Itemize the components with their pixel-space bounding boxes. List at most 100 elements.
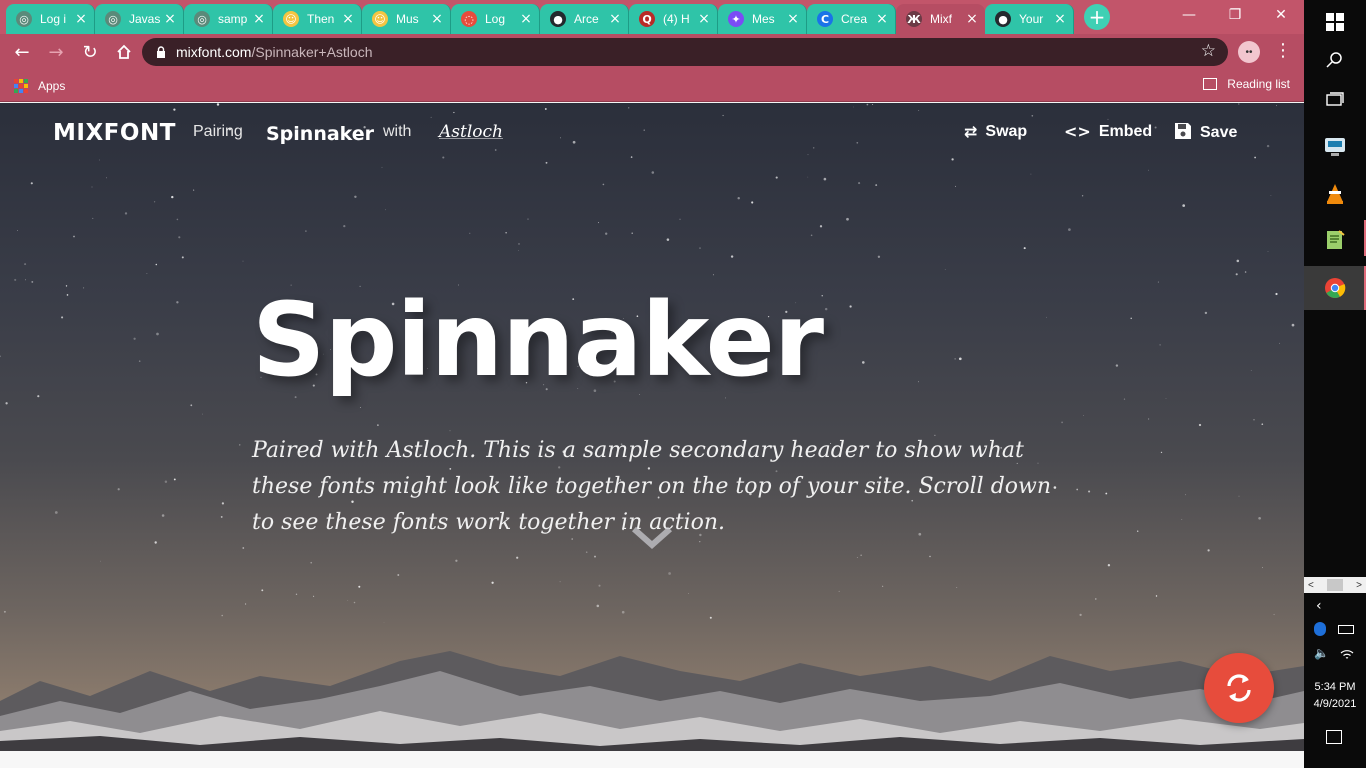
star: [221, 502, 225, 505]
tab-close-icon[interactable]: ×: [341, 11, 355, 27]
tab-close-icon[interactable]: ×: [965, 11, 979, 27]
star: [860, 554, 862, 556]
star: [955, 185, 957, 187]
address-bar[interactable]: mixfont.com/Spinnaker+Astloch ☆: [142, 38, 1228, 66]
system-clock[interactable]: 5:34 PM 4/9/2021: [1304, 679, 1366, 713]
notepad-plus-icon[interactable]: [1304, 218, 1366, 262]
star: [181, 256, 184, 259]
tab-close-icon[interactable]: ×: [430, 11, 444, 27]
browser-tab[interactable]: ✦ Mes ×: [718, 4, 807, 34]
reload-button[interactable]: ↻: [74, 36, 106, 68]
search-icon[interactable]: [1304, 38, 1366, 82]
tab-close-icon[interactable]: ×: [74, 11, 88, 27]
wifi-icon[interactable]: [1340, 648, 1354, 660]
browser-tab[interactable]: ◌ Log ×: [451, 4, 540, 34]
bookmarks-bar: Apps Reading list: [0, 70, 1304, 102]
browser-tab[interactable]: C Crea ×: [807, 4, 896, 34]
browser-tab[interactable]: ● Arce ×: [540, 4, 629, 34]
browser-tab[interactable]: ☺ Mus ×: [362, 4, 451, 34]
action-center-icon[interactable]: [1326, 730, 1342, 744]
tab-title: Then: [307, 12, 335, 26]
star: [305, 230, 307, 232]
tab-title: Mus: [396, 12, 419, 26]
scroll-left-arrow-icon[interactable]: <: [1308, 580, 1314, 591]
star: [24, 263, 27, 266]
star: [1185, 494, 1187, 496]
scroll-down-chevron-icon[interactable]: [630, 523, 674, 553]
new-tab-button[interactable]: +: [1084, 4, 1110, 30]
forward-button[interactable]: →: [40, 36, 72, 68]
minimize-button[interactable]: —: [1166, 0, 1212, 30]
star: [1105, 492, 1108, 495]
tab-close-icon[interactable]: ×: [786, 11, 800, 27]
refresh-icon: [1227, 674, 1251, 702]
site-header: MIXFONT Pairing Spinnaker with Astloch ⇄…: [0, 103, 1304, 163]
mixfont-logo[interactable]: MIXFONT: [53, 120, 176, 146]
browser-toolbar: ← → ↻ mixfont.com/Spinnaker+Astloch ☆ ••…: [0, 34, 1304, 70]
star: [153, 201, 156, 203]
star: [1165, 398, 1167, 399]
tab-favicon-icon: ◎: [105, 11, 121, 27]
apps-label: Apps: [38, 78, 66, 93]
browser-tab[interactable]: ● Your ×: [985, 4, 1074, 34]
star: [221, 614, 223, 617]
home-button[interactable]: [108, 36, 140, 68]
swap-button[interactable]: ⇄ Swap: [964, 122, 1027, 141]
mountain-range-image: [0, 651, 1304, 751]
star: [1095, 598, 1097, 600]
embed-button[interactable]: <> Embed: [1064, 122, 1152, 141]
reading-list-button[interactable]: Reading list: [1203, 77, 1290, 91]
star: [846, 217, 849, 221]
tab-close-icon[interactable]: ×: [1053, 11, 1067, 27]
volume-icon[interactable]: 🔈: [1314, 646, 1329, 660]
profile-avatar[interactable]: ••: [1238, 41, 1260, 63]
secondary-font-selector[interactable]: Astloch: [439, 122, 503, 142]
tab-close-icon[interactable]: ×: [875, 11, 889, 27]
save-button[interactable]: Save: [1174, 122, 1237, 144]
browser-tab[interactable]: ◎ Log i ×: [6, 4, 95, 34]
star: [30, 182, 33, 185]
shuffle-fonts-button[interactable]: [1204, 653, 1274, 723]
battery-icon[interactable]: [1338, 625, 1354, 634]
star: [54, 511, 58, 514]
task-view-icon[interactable]: [1304, 78, 1366, 122]
bookmark-star-icon[interactable]: ☆: [1201, 41, 1216, 61]
star: [164, 480, 168, 484]
tab-close-icon[interactable]: ×: [252, 11, 266, 27]
star: [220, 515, 223, 518]
browser-tab[interactable]: Ж Mixf ×: [896, 4, 985, 34]
tab-close-icon[interactable]: ×: [697, 11, 711, 27]
primary-font-selector[interactable]: Spinnaker: [266, 123, 374, 145]
show-hidden-icons-chevron-icon[interactable]: ‹: [1316, 598, 1322, 614]
browser-tab[interactable]: ◎ Javas ×: [95, 4, 184, 34]
close-window-button[interactable]: ✕: [1258, 0, 1304, 30]
star: [1207, 549, 1210, 552]
star: [1123, 398, 1126, 400]
apps-bookmark[interactable]: Apps: [14, 78, 66, 93]
tab-close-icon[interactable]: ×: [519, 11, 533, 27]
browser-tab[interactable]: ◎ samp ×: [184, 4, 273, 34]
browser-menu-icon[interactable]: ⋮: [1274, 40, 1292, 61]
star: [1076, 488, 1079, 491]
chrome-icon[interactable]: [1304, 266, 1366, 310]
back-button[interactable]: ←: [6, 36, 38, 68]
tab-close-icon[interactable]: ×: [163, 11, 177, 27]
bluetooth-icon[interactable]: [1314, 622, 1326, 636]
star: [138, 360, 141, 362]
star: [823, 177, 827, 181]
tab-close-icon[interactable]: ×: [608, 11, 622, 27]
star: [171, 195, 174, 199]
star: [1115, 364, 1119, 367]
scroll-right-arrow-icon[interactable]: >: [1356, 580, 1362, 591]
taskbar-scrollbar[interactable]: < >: [1304, 577, 1366, 593]
app-icon[interactable]: [1304, 124, 1366, 168]
star: [518, 250, 519, 251]
star: [1235, 273, 1238, 276]
browser-tab[interactable]: ☺ Then ×: [273, 4, 362, 34]
star: [944, 269, 946, 270]
vlc-icon[interactable]: [1304, 172, 1366, 216]
star: [1159, 344, 1161, 346]
scroll-thumb[interactable]: [1327, 579, 1343, 591]
browser-tab[interactable]: Q (4) H ×: [629, 4, 718, 34]
restore-button[interactable]: ❐: [1212, 0, 1258, 30]
